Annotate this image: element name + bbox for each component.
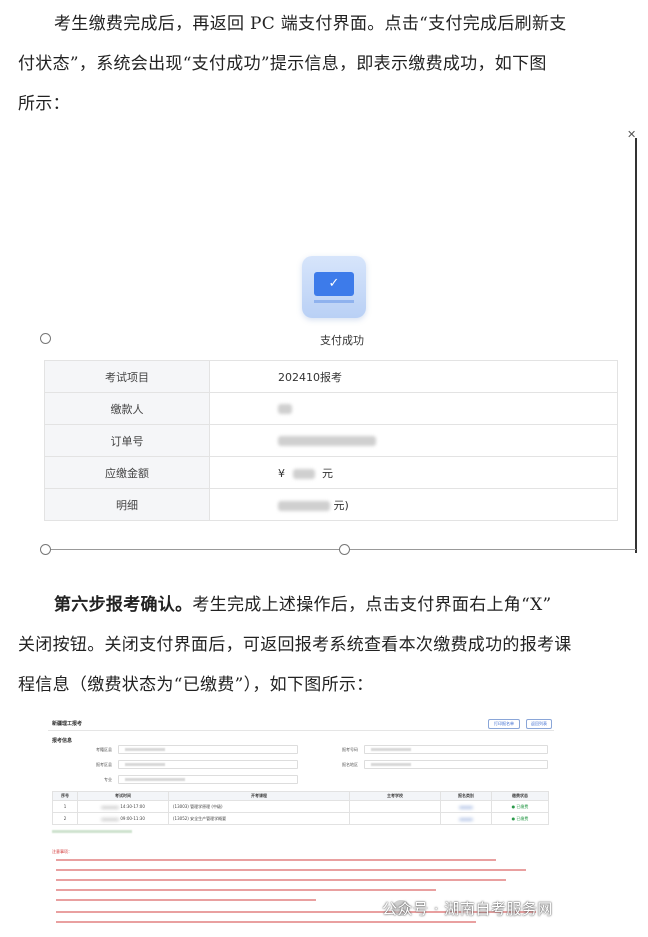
column-header: 报名类别 xyxy=(440,791,492,801)
row-value: 元) xyxy=(209,488,618,521)
field-label: 专业 xyxy=(104,777,112,782)
fee-summary xyxy=(52,830,132,833)
table-row: 考试项目 202410报考 xyxy=(44,360,618,393)
intro-line-2: 付状态”，系统会出现“支付成功”提示信息，即表示缴费成功，如下图 xyxy=(18,54,547,74)
back-button[interactable]: 返回列表 xyxy=(526,719,552,729)
table-row: 缴款人 xyxy=(44,392,618,425)
scroll-handle-left[interactable] xyxy=(40,544,51,555)
row-value: ¥ 元 xyxy=(209,456,618,489)
step6-line-1: 第六步报考确认。考生完成上述操作后，点击支付界面右上角“X” xyxy=(18,585,628,625)
row-status: ● 已缴费 xyxy=(491,812,549,825)
field-label: 报名地区 xyxy=(342,762,358,767)
scrollbar xyxy=(635,138,637,553)
currency-sign: ¥ xyxy=(278,466,285,480)
notice-title: 注意事项： xyxy=(52,849,72,854)
notice-line xyxy=(56,889,436,891)
row-value xyxy=(209,392,618,425)
row-key: 应缴金额 xyxy=(44,456,210,489)
notice-line xyxy=(56,869,526,871)
row-key: 订单号 xyxy=(44,424,210,457)
table-row: 2 09:00-11:30 (13052) 安全生产管理学概要 ● 已缴费 xyxy=(52,812,549,825)
row-key: 缴款人 xyxy=(44,392,210,425)
payment-success-screenshot: ✕ ✓ 支付成功 考试项目 202410报考 缴款人 订单号 应缴金额 ¥ 元 xyxy=(40,128,637,555)
row-no: 2 xyxy=(52,812,78,825)
payment-success-text: 支付成功 xyxy=(320,334,364,347)
step6-text-1: 考生完成上述操作后，点击支付界面右上角“X” xyxy=(192,595,552,615)
course-table: 序号 考试时间 开考课程 主考学校 报名类别 缴费状态 1 14:30-17:0… xyxy=(52,791,549,825)
notice-line xyxy=(56,921,476,923)
status-badge: 已缴费 xyxy=(516,815,529,821)
print-button[interactable]: 打印报名单 xyxy=(488,719,520,729)
step6-heading: 第六步报考确认。 xyxy=(54,595,193,615)
scroll-handle-mid[interactable] xyxy=(339,544,350,555)
row-value: 202410报考 xyxy=(209,360,618,393)
notice-line xyxy=(56,859,496,861)
column-header: 主考学校 xyxy=(349,791,441,801)
row-type xyxy=(440,812,492,825)
intro-line-1: 考生缴费完成后，再返回 PC 端支付界面。点击“支付完成后刷新支 xyxy=(54,14,567,34)
field-label: 考籍区县 xyxy=(96,747,112,752)
select-field[interactable] xyxy=(364,760,548,769)
intro-paragraph: 考生缴费完成后，再返回 PC 端支付界面。点击“支付完成后刷新支 付状态”，系统… xyxy=(18,4,628,124)
resize-handle-left[interactable] xyxy=(40,333,51,344)
step6-line-3: 程信息（缴费状态为“已缴费”），如下图所示： xyxy=(18,675,374,695)
row-status: ● 已缴费 xyxy=(491,800,549,813)
redacted-value xyxy=(278,404,292,414)
redacted-value xyxy=(278,500,330,511)
field-label: 报考号码 xyxy=(342,747,358,752)
column-header: 缴费状态 xyxy=(491,791,549,801)
watermark: 公众号 · 湖南自考服务网 xyxy=(382,900,553,918)
time-text: 14:30-17:00 xyxy=(120,804,145,809)
row-key: 明细 xyxy=(44,488,210,521)
row-value xyxy=(209,424,618,457)
row-time: 14:30-17:00 xyxy=(77,800,169,813)
row-no: 1 xyxy=(52,800,78,813)
column-header: 序号 xyxy=(52,791,78,801)
section-title: 报考信息 xyxy=(52,738,73,744)
redacted-value xyxy=(292,468,315,479)
table-row: 订单号 xyxy=(44,424,618,457)
time-text: 09:00-11:30 xyxy=(120,816,145,821)
redacted-value xyxy=(278,436,376,446)
row-course: (13003) 管理学原理 (中级) xyxy=(168,800,350,813)
select-field[interactable] xyxy=(364,745,548,754)
select-field[interactable] xyxy=(118,745,298,754)
column-header: 考试时间 xyxy=(77,791,169,801)
select-field[interactable] xyxy=(118,760,298,769)
row-school xyxy=(349,800,441,813)
table-header-row: 序号 考试时间 开考课程 主考学校 报名类别 缴费状态 xyxy=(52,791,549,801)
status-badge: 已缴费 xyxy=(516,803,529,809)
table-row: 应缴金额 ¥ 元 xyxy=(44,456,618,489)
table-row: 1 14:30-17:00 (13003) 管理学原理 (中级) ● 已缴费 xyxy=(52,800,549,813)
row-course: (13052) 安全生产管理学概要 xyxy=(168,812,350,825)
unit: 元) xyxy=(333,498,349,512)
field-label: 报考区县 xyxy=(96,762,112,767)
table-row: 明细 元) xyxy=(44,488,618,521)
payment-details-table: 考试项目 202410报考 缴款人 订单号 应缴金额 ¥ 元 明细 元) xyxy=(44,360,618,521)
column-header: 开考课程 xyxy=(168,791,350,801)
select-field[interactable] xyxy=(118,775,298,784)
notice-line xyxy=(56,899,316,901)
notice-line xyxy=(56,879,506,881)
row-school xyxy=(349,812,441,825)
page-title: 新疆理工报考 xyxy=(52,721,83,727)
row-time: 09:00-11:30 xyxy=(77,812,169,825)
row-type xyxy=(440,800,492,813)
row-key: 考试项目 xyxy=(44,360,210,393)
unit: 元 xyxy=(322,466,333,480)
step6-paragraph: 第六步报考确认。考生完成上述操作后，点击支付界面右上角“X” 关闭按钮。关闭支付… xyxy=(18,585,628,705)
intro-line-3: 所示： xyxy=(18,94,70,114)
step6-line-2: 关闭按钮。关闭支付界面后，可返回报考系统查看本次缴费成功的报考课 xyxy=(18,635,572,655)
card-check-icon: ✓ xyxy=(302,256,366,318)
